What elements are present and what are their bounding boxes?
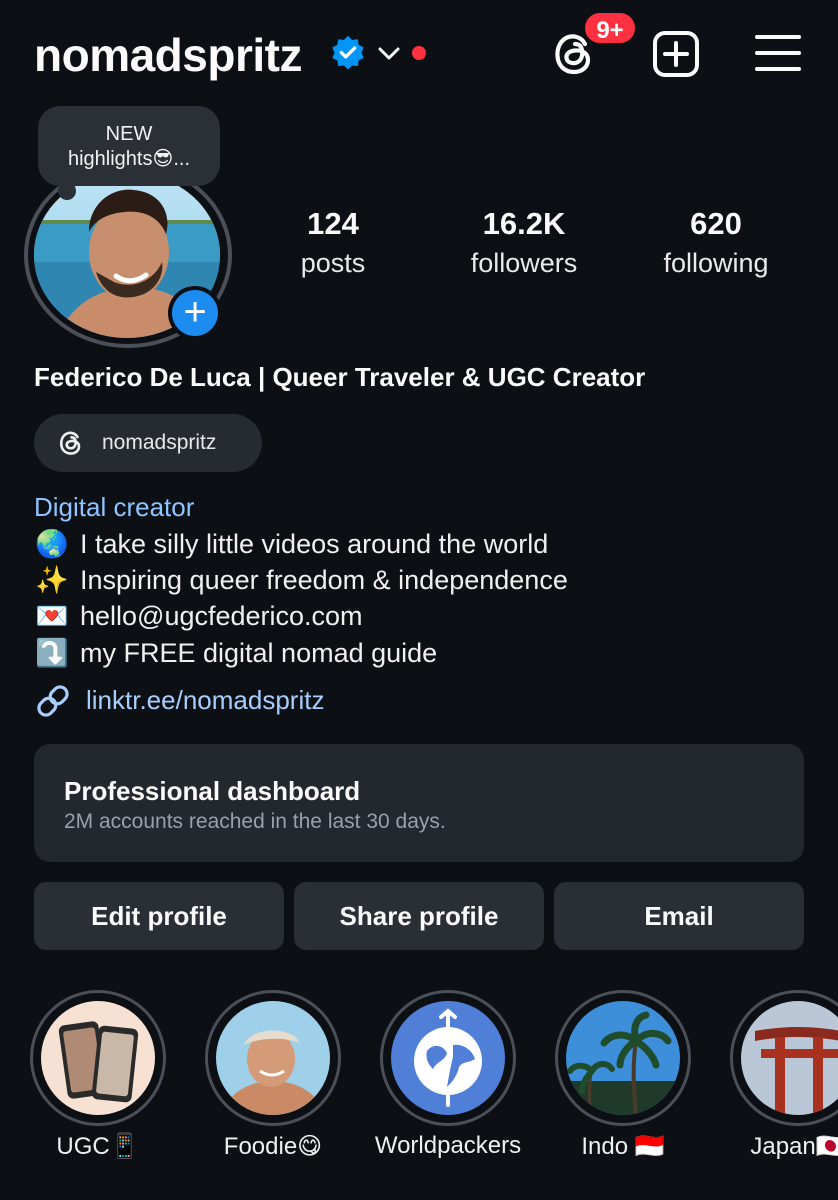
verified-badge-icon — [332, 35, 364, 70]
highlight-cover — [41, 1001, 155, 1115]
note-line-1: NEW — [105, 123, 153, 145]
bio-email[interactable]: hello@ugcfederico.com — [80, 601, 363, 631]
share-profile-button[interactable]: Share profile — [294, 882, 544, 950]
followers-stat[interactable]: 16.2K followers — [444, 206, 604, 279]
love-letter-emoji: 💌 — [35, 601, 69, 631]
bio-text: my FREE digital nomad guide — [80, 638, 438, 668]
hamburger-menu-icon[interactable] — [754, 32, 802, 74]
highlight-cover — [391, 1001, 505, 1115]
profile-category[interactable]: Digital creator — [34, 492, 194, 523]
notification-badge[interactable]: 9+ — [582, 10, 638, 46]
highlight-label: UGC📱 — [56, 1133, 140, 1160]
bio-line[interactable]: 💌 hello@ugcfederico.com — [34, 600, 363, 632]
posts-stat[interactable]: 124 posts — [253, 206, 413, 279]
dashboard-subtitle: 2M accounts reached in the last 30 days. — [64, 810, 446, 833]
following-stat[interactable]: 620 following — [636, 206, 796, 279]
profile-link-text: linktr.ee/nomadspritz — [86, 685, 325, 715]
highlight-cover — [216, 1001, 330, 1115]
profile-username[interactable]: nomadspritz — [34, 28, 302, 82]
globe-emoji: 🌏 — [35, 529, 69, 559]
threads-profile-chip[interactable]: nomadspritz — [34, 414, 262, 472]
highlight-label: Indo 🇮🇩 — [581, 1133, 665, 1160]
posts-label: posts — [300, 248, 366, 278]
arrow-down-emoji: ⤵️ — [35, 638, 69, 668]
bio-text: I take silly little videos around the wo… — [80, 529, 549, 559]
profile-full-name: Federico De Luca | Queer Traveler & UGC … — [34, 362, 646, 392]
create-post-icon[interactable] — [652, 30, 700, 78]
highlight-label: Japan🇯🇵 — [750, 1133, 838, 1160]
highlight-cover — [566, 1001, 680, 1115]
edit-profile-button[interactable]: Edit profile — [34, 882, 284, 950]
followers-label: followers — [470, 248, 578, 278]
professional-dashboard-card[interactable]: Professional dashboard 2M accounts reach… — [34, 744, 804, 862]
note-line-2: highlights😎... — [67, 148, 191, 170]
threads-handle: nomadspritz — [102, 431, 217, 454]
following-label: following — [663, 248, 769, 278]
bio-line: ✨ Inspiring queer freedom & independence — [34, 564, 568, 596]
plus-icon: + — [172, 290, 218, 336]
bio-text: Inspiring queer freedom & independence — [80, 565, 568, 595]
bio-line: ⤵️ my FREE digital nomad guide — [34, 637, 437, 669]
bio-line: 🌏 I take silly little videos around the w… — [34, 528, 548, 560]
followers-count: 16.2K — [482, 206, 566, 241]
email-button[interactable]: Email — [554, 882, 804, 950]
unread-dot — [412, 46, 426, 60]
dashboard-title: Professional dashboard — [64, 776, 361, 806]
profile-note-bubble[interactable]: NEW highlights😎... — [38, 106, 220, 186]
profile-header: nomadspritz 9+ — [0, 0, 838, 110]
note-bubble-tail — [58, 182, 76, 200]
following-count: 620 — [690, 206, 742, 241]
highlight-label: Foodie😋 — [223, 1133, 323, 1160]
posts-count: 124 — [307, 206, 359, 241]
link-icon — [37, 685, 69, 717]
add-story-button[interactable]: + — [168, 286, 222, 340]
chevron-down-icon[interactable] — [376, 42, 402, 64]
sparkles-emoji: ✨ — [35, 565, 69, 595]
highlight-label: Worldpackers — [374, 1132, 522, 1159]
threads-icon — [59, 431, 81, 455]
